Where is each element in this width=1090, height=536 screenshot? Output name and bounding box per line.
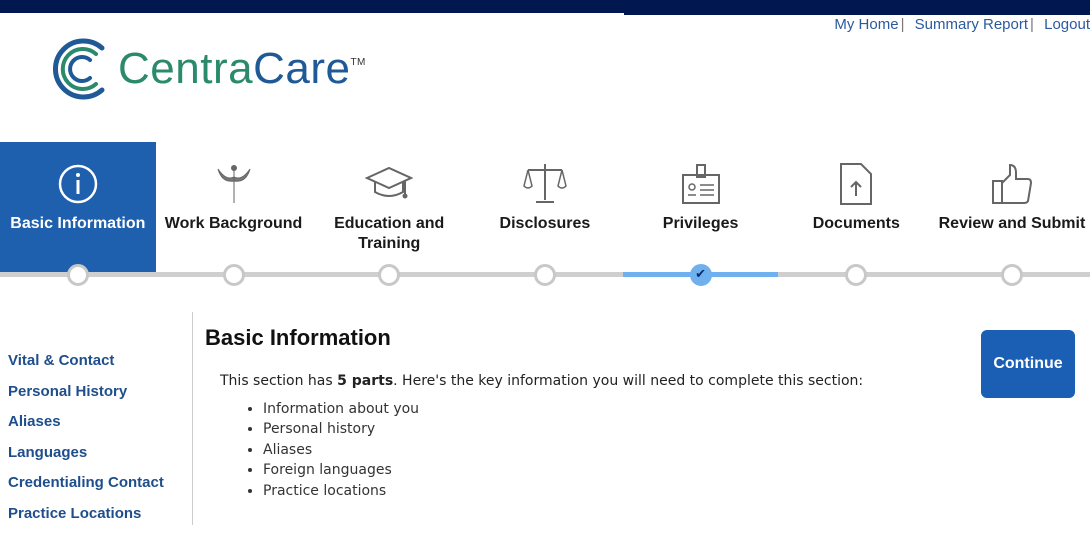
thumbs-up-icon — [991, 163, 1032, 204]
sidebar-item-personal-history[interactable]: Personal History — [0, 383, 192, 414]
list-item: Aliases — [263, 440, 863, 460]
sidebar-item-aliases[interactable]: Aliases — [0, 413, 192, 444]
section-intro: This section has 5 parts. Here's the key… — [220, 373, 864, 389]
list-item: Personal history — [263, 419, 863, 439]
summary-report-link[interactable]: Summary Report — [915, 16, 1028, 33]
step-indicator — [378, 264, 401, 286]
step-privileges[interactable]: Privileges ✔ — [622, 142, 779, 290]
sidebar-item-languages[interactable]: Languages — [0, 444, 192, 475]
top-bar — [0, 0, 1090, 13]
step-education-and-training[interactable]: Education and Training — [311, 142, 468, 290]
top-bar-accent — [624, 13, 1090, 15]
step-indicator — [66, 264, 89, 286]
sidebar-item-credentialing-contact[interactable]: Credentialing Contact — [0, 474, 192, 505]
document-upload-icon — [840, 163, 873, 205]
check-icon: ✔ — [689, 264, 712, 286]
scales-icon — [523, 164, 567, 203]
id-badge-icon — [681, 164, 720, 204]
my-home-link[interactable]: My Home — [834, 16, 898, 33]
logo-icon — [52, 38, 105, 100]
step-basic-information[interactable]: Basic Information — [0, 142, 156, 290]
info-list: Information about you Personal history A… — [263, 399, 863, 501]
step-documents[interactable]: Documents — [778, 142, 935, 290]
caduceus-icon — [217, 165, 251, 203]
list-item: Foreign languages — [263, 460, 863, 480]
graduation-cap-icon — [365, 166, 414, 199]
list-item: Practice locations — [263, 481, 863, 501]
page-title: Basic Information — [205, 325, 391, 350]
step-indicator — [845, 264, 868, 286]
continue-button[interactable]: Continue — [981, 330, 1075, 398]
sidebar-item-vital-contact[interactable]: Vital & Contact — [0, 352, 192, 383]
logo: CentraCareTM — [48, 36, 366, 102]
list-item: Information about you — [263, 399, 863, 419]
header-links: My Home | Summary Report | Logout — [834, 16, 1090, 33]
section-sidebar: Vital & Contact Personal History Aliases… — [0, 312, 193, 525]
logo-text: CentraCareTM — [118, 44, 366, 93]
step-work-background[interactable]: Work Background — [155, 142, 312, 290]
step-indicator — [222, 264, 245, 286]
sidebar-item-practice-locations[interactable]: Practice Locations — [0, 505, 192, 536]
step-review-and-submit[interactable]: Review and Submit — [934, 142, 1090, 290]
info-icon — [58, 164, 98, 204]
step-disclosures[interactable]: Disclosures — [467, 142, 623, 290]
progress-steps: Basic Information Work Background Educat… — [0, 142, 1090, 290]
step-indicator — [1000, 264, 1023, 286]
step-indicator — [533, 264, 556, 286]
logout-link[interactable]: Logout — [1044, 16, 1090, 33]
main-content: Basic Information This section has 5 par… — [205, 325, 863, 501]
